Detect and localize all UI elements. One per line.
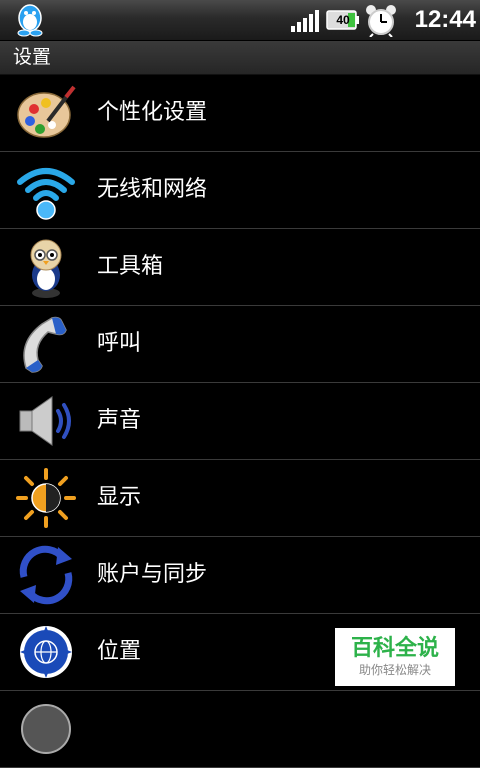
wifi-icon [17, 168, 75, 220]
settings-item-label: 位置 [97, 639, 142, 664]
settings-item-accounts-sync[interactable]: 账户与同步 [0, 537, 480, 614]
settings-item-toolbox[interactable]: 工具箱 [0, 229, 480, 306]
settings-item-label: 个性化设置 [97, 100, 208, 125]
palette-icon [17, 85, 76, 138]
settings-item-label: 无线和网络 [97, 177, 208, 202]
globe-location-icon [20, 626, 72, 678]
watermark-subtitle: 助你轻松解决 [358, 663, 431, 677]
settings-item-label: 显示 [97, 485, 142, 510]
alarm-clock-icon [366, 5, 396, 37]
toolbox-mascot-icon [30, 239, 62, 298]
settings-item-sound[interactable]: 声音 [0, 383, 480, 460]
watermark-title: 百科全说 [350, 636, 439, 661]
settings-item-display[interactable]: 显示 [0, 460, 480, 537]
signal-strength-icon [291, 10, 319, 32]
settings-item-call[interactable]: 呼叫 [0, 306, 480, 383]
status-clock: 12:44 [414, 6, 476, 33]
watermark-logo: 百科全说 助你轻松解决 [335, 628, 455, 686]
status-bar: 40 12:44 [0, 0, 480, 41]
qq-penguin-icon[interactable] [10, 2, 50, 38]
settings-item-personalize[interactable]: 个性化设置 [0, 75, 480, 152]
settings-item-partial[interactable] [0, 691, 480, 768]
title-bar: 设置 [0, 41, 480, 75]
phone-handset-icon [23, 316, 67, 373]
settings-item-wireless[interactable]: 无线和网络 [0, 152, 480, 229]
speaker-icon [19, 396, 71, 446]
partial-item-icon [21, 704, 71, 754]
settings-item-label: 呼叫 [97, 331, 142, 356]
brightness-icon [16, 468, 76, 528]
settings-item-label: 声音 [97, 408, 142, 433]
battery-level-text: 40 [336, 13, 350, 27]
sync-icon [19, 545, 73, 605]
settings-item-label: 账户与同步 [97, 562, 208, 587]
settings-item-label: 工具箱 [97, 254, 164, 279]
page-title: 设置 [13, 46, 52, 68]
